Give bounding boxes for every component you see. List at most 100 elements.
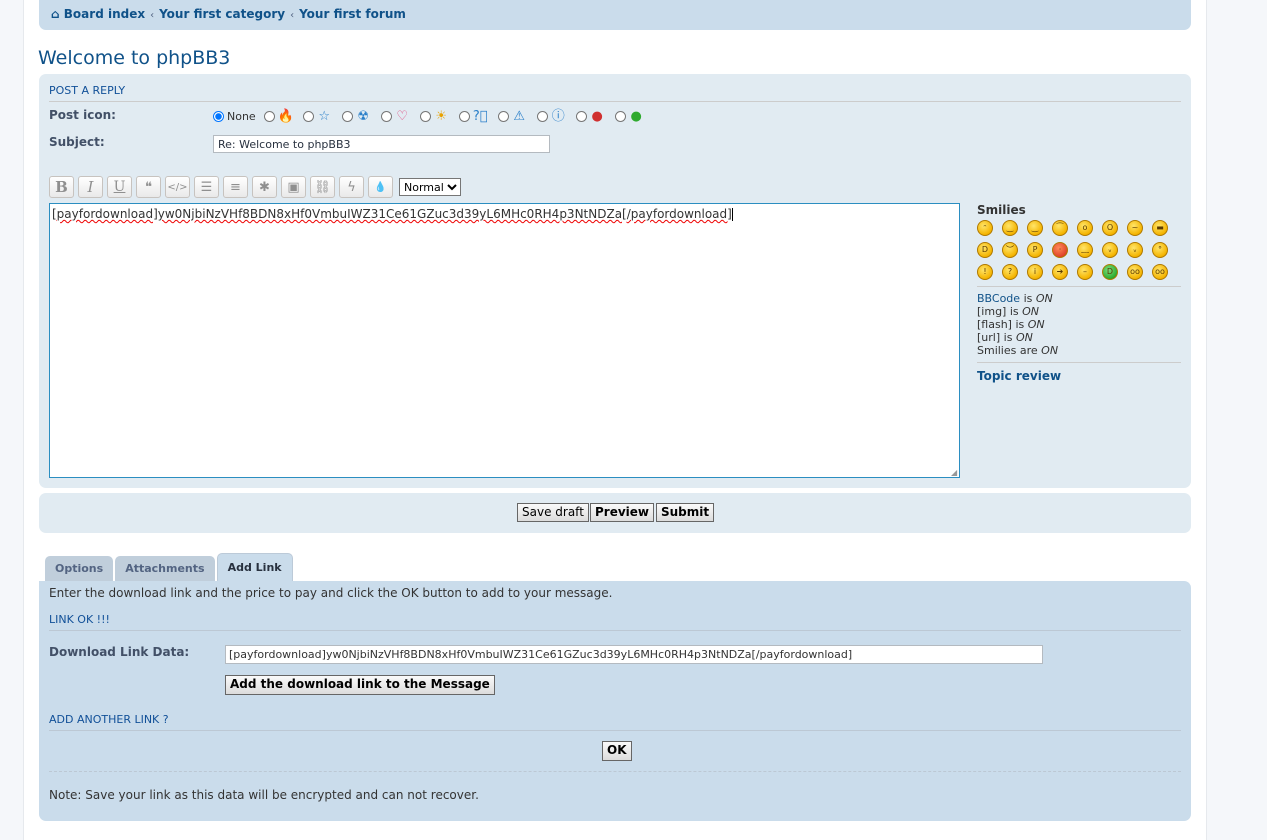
- home-icon: ⌂: [51, 7, 60, 21]
- image-button[interactable]: ▣: [281, 176, 306, 198]
- breadcrumb: ⌂ Board index ‹ Your first category ‹ Your f…: [51, 7, 406, 21]
- tab-attachments[interactable]: Attachments: [115, 556, 215, 582]
- font-size-select[interactable]: Normal: [399, 178, 461, 196]
- smiley-twisted-icon[interactable]: ᵥ: [1127, 242, 1143, 258]
- crumb-forum[interactable]: Your first forum: [299, 7, 406, 21]
- smiley-very-happy-icon[interactable]: ᵔ: [977, 220, 993, 236]
- topic-title[interactable]: Welcome to phpBB3: [38, 47, 230, 69]
- smiley-uber-geek-icon[interactable]: oo: [1152, 264, 1168, 280]
- subject-input[interactable]: Re: Welcome to phpBB3: [213, 135, 550, 153]
- post-icon-radio-none[interactable]: [213, 110, 224, 122]
- smilies-title: Smilies: [977, 203, 1026, 217]
- smiley-confused-icon[interactable]: ~: [1127, 220, 1143, 236]
- smiley-idea-icon[interactable]: i: [1027, 264, 1043, 280]
- preview-button[interactable]: Preview: [590, 503, 655, 522]
- crumb-board-index[interactable]: Board index: [64, 7, 145, 21]
- smiley-wink-icon[interactable]: ‿: [1027, 220, 1043, 236]
- post-icon-radio[interactable]: [497, 110, 509, 122]
- bbcode-status-line: BBCode is ON: [977, 292, 1181, 305]
- smiley-shocked-icon[interactable]: O: [1102, 220, 1118, 236]
- status-verb: is: [1009, 305, 1019, 318]
- post-icon-radio[interactable]: [614, 110, 626, 122]
- smiley-cool-icon[interactable]: ▬: [1152, 220, 1168, 236]
- underline-button[interactable]: U: [107, 176, 132, 198]
- crumb-category[interactable]: Your first category: [159, 7, 285, 21]
- add-another-link-heading: ADD ANOTHER LINK ?: [49, 713, 1181, 731]
- post-icon-radio[interactable]: [341, 110, 353, 122]
- radioactive-icon: ☢: [357, 108, 370, 124]
- smiley-smile-icon[interactable]: ‿: [1002, 220, 1018, 236]
- post-icon-radio[interactable]: [263, 110, 275, 122]
- quote-button[interactable]: ❝: [136, 176, 161, 198]
- smilies-sidebar: Smilies ᵔ ‿ ‿ ⁀ o O ~ ▬ D ︶ P · ﹏ ᵥ ᵥ ° …: [977, 203, 1181, 383]
- green-face-icon: ●: [630, 108, 642, 124]
- resize-grip-icon[interactable]: ◢: [951, 469, 958, 477]
- smiley-embarrassed-icon[interactable]: ·: [1052, 242, 1068, 258]
- smiley-surprised-icon[interactable]: o: [1077, 220, 1093, 236]
- post-icon-radio[interactable]: [419, 110, 431, 122]
- bold-button[interactable]: B: [49, 176, 74, 198]
- smiley-sad-icon[interactable]: ⁀: [1052, 220, 1068, 236]
- info-icon: ⓘ: [551, 108, 565, 124]
- star-icon: ☆: [318, 108, 331, 124]
- smiley-neutral-icon[interactable]: –: [1077, 264, 1093, 280]
- color-button[interactable]: 💧: [368, 176, 393, 198]
- heart-icon: ♡: [396, 108, 409, 124]
- flash-button[interactable]: ϟ: [339, 176, 364, 198]
- save-draft-button[interactable]: Save draft: [517, 503, 589, 522]
- list-item-button[interactable]: ✱: [252, 176, 277, 198]
- message-textarea[interactable]: [payfordownload]yw0NjbiNzVHf8BDN8xHf0Vmb…: [49, 203, 960, 478]
- status-key: [img]: [977, 305, 1007, 318]
- smiley-exclaim-icon[interactable]: !: [977, 264, 993, 280]
- status-value: ON: [1015, 331, 1033, 344]
- smiley-mr-green-icon[interactable]: D: [1102, 264, 1118, 280]
- smiley-crying-icon[interactable]: ﹏: [1077, 242, 1093, 258]
- ok-button[interactable]: OK: [602, 741, 632, 761]
- post-icon-radio[interactable]: [302, 110, 314, 122]
- add-link-panel: Enter the download link and the price to…: [39, 581, 1191, 821]
- post-icon-radio[interactable]: [458, 110, 470, 122]
- status-value: ON: [1041, 344, 1059, 357]
- bbcode-help-link[interactable]: BBCode: [977, 292, 1020, 305]
- numbered-list-button[interactable]: ≡: [223, 176, 248, 198]
- smiley-evil-icon[interactable]: ᵥ: [1102, 242, 1118, 258]
- format-toolbar: B I U ❝ </> ☰ ≡ ✱ ▣ ⛓ ϟ 💧 Normal: [49, 176, 461, 198]
- topic-review-link[interactable]: Topic review: [977, 369, 1181, 383]
- add-link-to-message-button[interactable]: Add the download link to the Message: [225, 675, 495, 695]
- smiley-mad-icon[interactable]: ︶: [1002, 242, 1018, 258]
- post-icon-radio[interactable]: [380, 110, 392, 122]
- code-button[interactable]: </>: [165, 176, 190, 198]
- chevron-left-icon: ‹: [290, 10, 295, 21]
- smiley-question-icon[interactable]: ?: [1002, 264, 1018, 280]
- page-wrapper: ⌂ Board index ‹ Your first category ‹ Your f…: [23, 0, 1207, 840]
- post-reply-heading: POST A REPLY: [49, 84, 1181, 102]
- text-caret: [731, 208, 733, 221]
- smiley-laughing-icon[interactable]: D: [977, 242, 993, 258]
- smiley-geek-icon[interactable]: oo: [1127, 264, 1143, 280]
- submit-buttons-panel: Save draft Preview Submit: [39, 493, 1191, 533]
- chevron-left-icon: ‹: [150, 10, 155, 21]
- download-link-input[interactable]: [payfordownload]yw0NjbiNzVHf8BDN8xHf0Vmb…: [225, 645, 1043, 664]
- smiley-razz-icon[interactable]: P: [1027, 242, 1043, 258]
- link-button[interactable]: ⛓: [310, 176, 335, 198]
- smilies-status-line: Smilies are ON: [977, 344, 1181, 357]
- status-key: [flash]: [977, 318, 1012, 331]
- smilies-grid: ᵔ ‿ ‿ ⁀ o O ~ ▬ D ︶ P · ﹏ ᵥ ᵥ ° ! ? i ➔: [977, 220, 1181, 287]
- italic-button[interactable]: I: [78, 176, 103, 198]
- navbar: ⌂ Board index ‹ Your first category ‹ Your f…: [39, 0, 1191, 30]
- warning-icon: ⚠: [513, 108, 526, 124]
- tab-options[interactable]: Options: [45, 556, 114, 582]
- post-icon-none-label: None: [227, 109, 256, 123]
- smiley-arrow-icon[interactable]: ➔: [1052, 264, 1068, 280]
- list-button[interactable]: ☰: [194, 176, 219, 198]
- status-key: Smilies: [977, 344, 1017, 357]
- tab-add-link[interactable]: Add Link: [216, 553, 293, 582]
- post-icon-radio[interactable]: [536, 110, 548, 122]
- status-value: ON: [1035, 292, 1053, 305]
- options-tabs: Options Attachments Add Link: [45, 553, 293, 582]
- sun-icon: ☀: [435, 108, 448, 124]
- status-verb: is: [1003, 331, 1013, 344]
- submit-button[interactable]: Submit: [656, 503, 715, 522]
- smiley-rolling-eyes-icon[interactable]: °: [1152, 242, 1168, 258]
- post-icon-radio[interactable]: [575, 110, 587, 122]
